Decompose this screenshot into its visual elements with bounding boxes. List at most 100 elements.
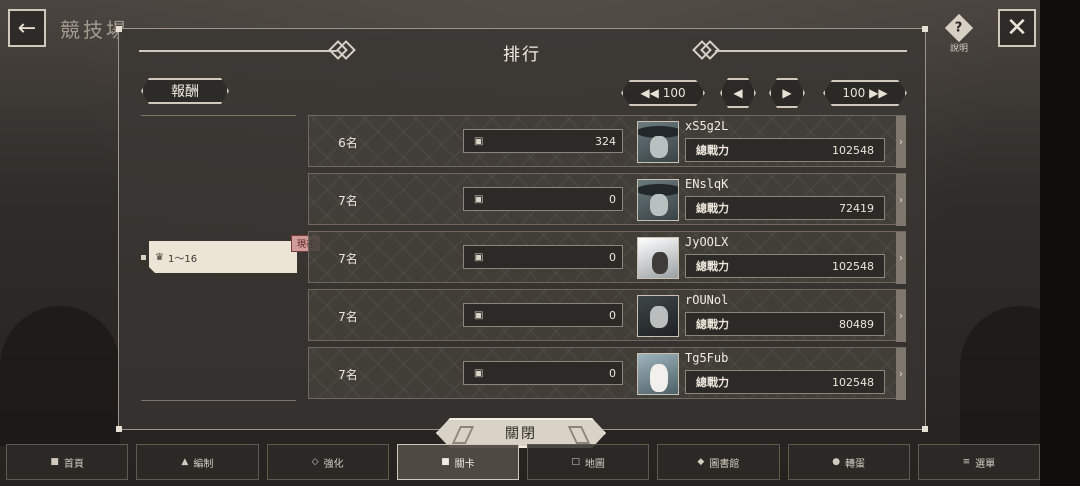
power-value: 102548 [832,143,874,157]
player-name: JyOOLX [685,235,729,249]
dialog-title: 排行 [503,45,541,65]
score-field: ▣ 0 [463,187,623,211]
power-label: 總戰力 [696,202,729,215]
tier-divider [141,115,296,116]
score-field: ▣ 324 [463,129,623,153]
ranking-row[interactable]: 7名 ▣ 0 Tg5Fub 總戰力 102548 › [308,347,906,400]
tier-divider [141,400,296,401]
power-field: 總戰力 102548 [685,254,885,278]
forward-label: 100 [842,86,866,100]
nav-menu[interactable]: ≡ 選單 [917,444,1040,480]
library-icon: ◆ [697,457,705,467]
player-avatar[interactable] [637,237,679,279]
row-detail-arrow-icon[interactable]: › [896,116,906,168]
nav-gacha-label: 轉蛋 [845,458,866,470]
score-field: ▣ 0 [463,245,623,269]
nav-home-label: 首頁 [63,458,84,470]
nav-home[interactable]: ■ 首頁 [6,444,129,480]
nav-library-label: 圖書館 [709,458,740,470]
tier-range-label: 1～16 [167,253,198,265]
power-value: 72419 [839,201,874,215]
score-value: 324 [595,134,616,148]
row-detail-arrow-icon[interactable]: › [896,232,906,284]
power-value: 102548 [832,375,874,389]
background-arch-left [0,306,120,446]
player-avatar[interactable] [637,295,679,337]
avatar-face [650,194,668,216]
ranking-row[interactable]: 7名 ▣ 0 JyOOLX 總戰力 102548 › [308,231,906,284]
cube-icon: ▣ [474,135,484,147]
forward-100-button[interactable]: 100 ▶▶ [823,80,907,106]
nav-enhance[interactable]: ◇ 強化 [266,444,389,480]
nav-stage[interactable]: ■ 關卡 [396,444,519,480]
avatar-face [652,252,668,274]
nav-library[interactable]: ◆ 圖書館 [657,444,780,480]
rank-label: 7名 [338,193,358,208]
rank-label: 6名 [338,135,358,150]
tier-column: ♛ 1～16 現在 [141,115,321,401]
nav-stage-label: 關卡 [454,458,475,470]
screen-edge-strip [1040,0,1080,486]
score-field: ▣ 0 [463,303,623,327]
header-divider-right [715,50,907,52]
power-field: 總戰力 102548 [685,370,885,394]
back-button[interactable]: ← [8,9,46,47]
nav-menu-label: 選單 [975,458,996,470]
double-chevron-right-icon: ▶▶ [865,86,888,100]
ranking-row[interactable]: 6名 ▣ 324 xS5g2L 總戰力 102548 › [308,115,906,168]
gacha-icon: ● [832,457,841,467]
top-close-button[interactable]: ✕ [998,9,1036,47]
player-name: rOUNol [685,293,729,307]
cube-icon: ▣ [474,367,484,379]
prev-page-button[interactable]: ◀ [720,78,756,108]
question-icon: ? [944,13,974,43]
enhance-icon: ◇ [311,457,319,467]
nav-map[interactable]: □ 地圖 [527,444,650,480]
tier-item-current[interactable]: ♛ 1～16 [149,241,297,273]
rank-label: 7名 [338,251,358,266]
chevron-right-icon: ▶ [782,86,792,100]
player-name: Tg5Fub [685,351,729,365]
tier-marker [141,255,146,260]
score-value: 0 [609,192,616,206]
home-icon: ■ [50,457,59,467]
row-detail-arrow-icon[interactable]: › [896,348,906,400]
nav-formation-label: 編制 [193,458,214,470]
score-value: 0 [609,366,616,380]
row-detail-arrow-icon[interactable]: › [896,174,906,226]
player-avatar[interactable] [637,121,679,163]
cube-icon: ▣ [474,309,484,321]
rank-label: 7名 [338,367,358,382]
nav-enhance-label: 強化 [323,458,344,470]
reward-button[interactable]: 報酬 [141,78,229,104]
help-button[interactable]: ? 說明 [944,13,974,54]
ranking-row[interactable]: 7名 ▣ 0 ENslqK 總戰力 72419 › [308,173,906,226]
player-avatar[interactable] [637,353,679,395]
row-detail-arrow-icon[interactable]: › [896,290,906,342]
avatar-face [650,364,668,392]
ranking-row[interactable]: 7名 ▣ 0 rOUNol 總戰力 80489 › [308,289,906,342]
dialog-header: 排行 [119,29,925,75]
next-page-button[interactable]: ▶ [769,78,805,108]
power-label: 總戰力 [696,318,729,331]
nav-formation[interactable]: ▲ 編制 [136,444,259,480]
player-name: xS5g2L [685,119,729,133]
formation-icon: ▲ [181,457,189,467]
cube-icon: ▣ [474,193,484,205]
rewind-100-button[interactable]: ◀◀ 100 [621,80,705,106]
arrow-left-icon: ← [17,15,37,41]
power-label: 總戰力 [696,376,729,389]
score-value: 0 [609,308,616,322]
power-field: 總戰力 80489 [685,312,885,336]
bottom-nav: ■ 首頁 ▲ 編制 ◇ 強化 ■ 關卡 □ 地圖 ◆ 圖書館 ● 轉蛋 ≡ 選單 [6,444,1040,480]
chevron-left-icon: ◀ [733,86,743,100]
player-avatar[interactable] [637,179,679,221]
rewind-label: 100 [662,86,686,100]
corner-ornament [116,426,122,432]
x-icon: ✕ [1006,13,1028,43]
nav-gacha[interactable]: ● 轉蛋 [787,444,910,480]
score-value: 0 [609,250,616,264]
power-label: 總戰力 [696,260,729,273]
power-field: 總戰力 72419 [685,196,885,220]
score-field: ▣ 0 [463,361,623,385]
